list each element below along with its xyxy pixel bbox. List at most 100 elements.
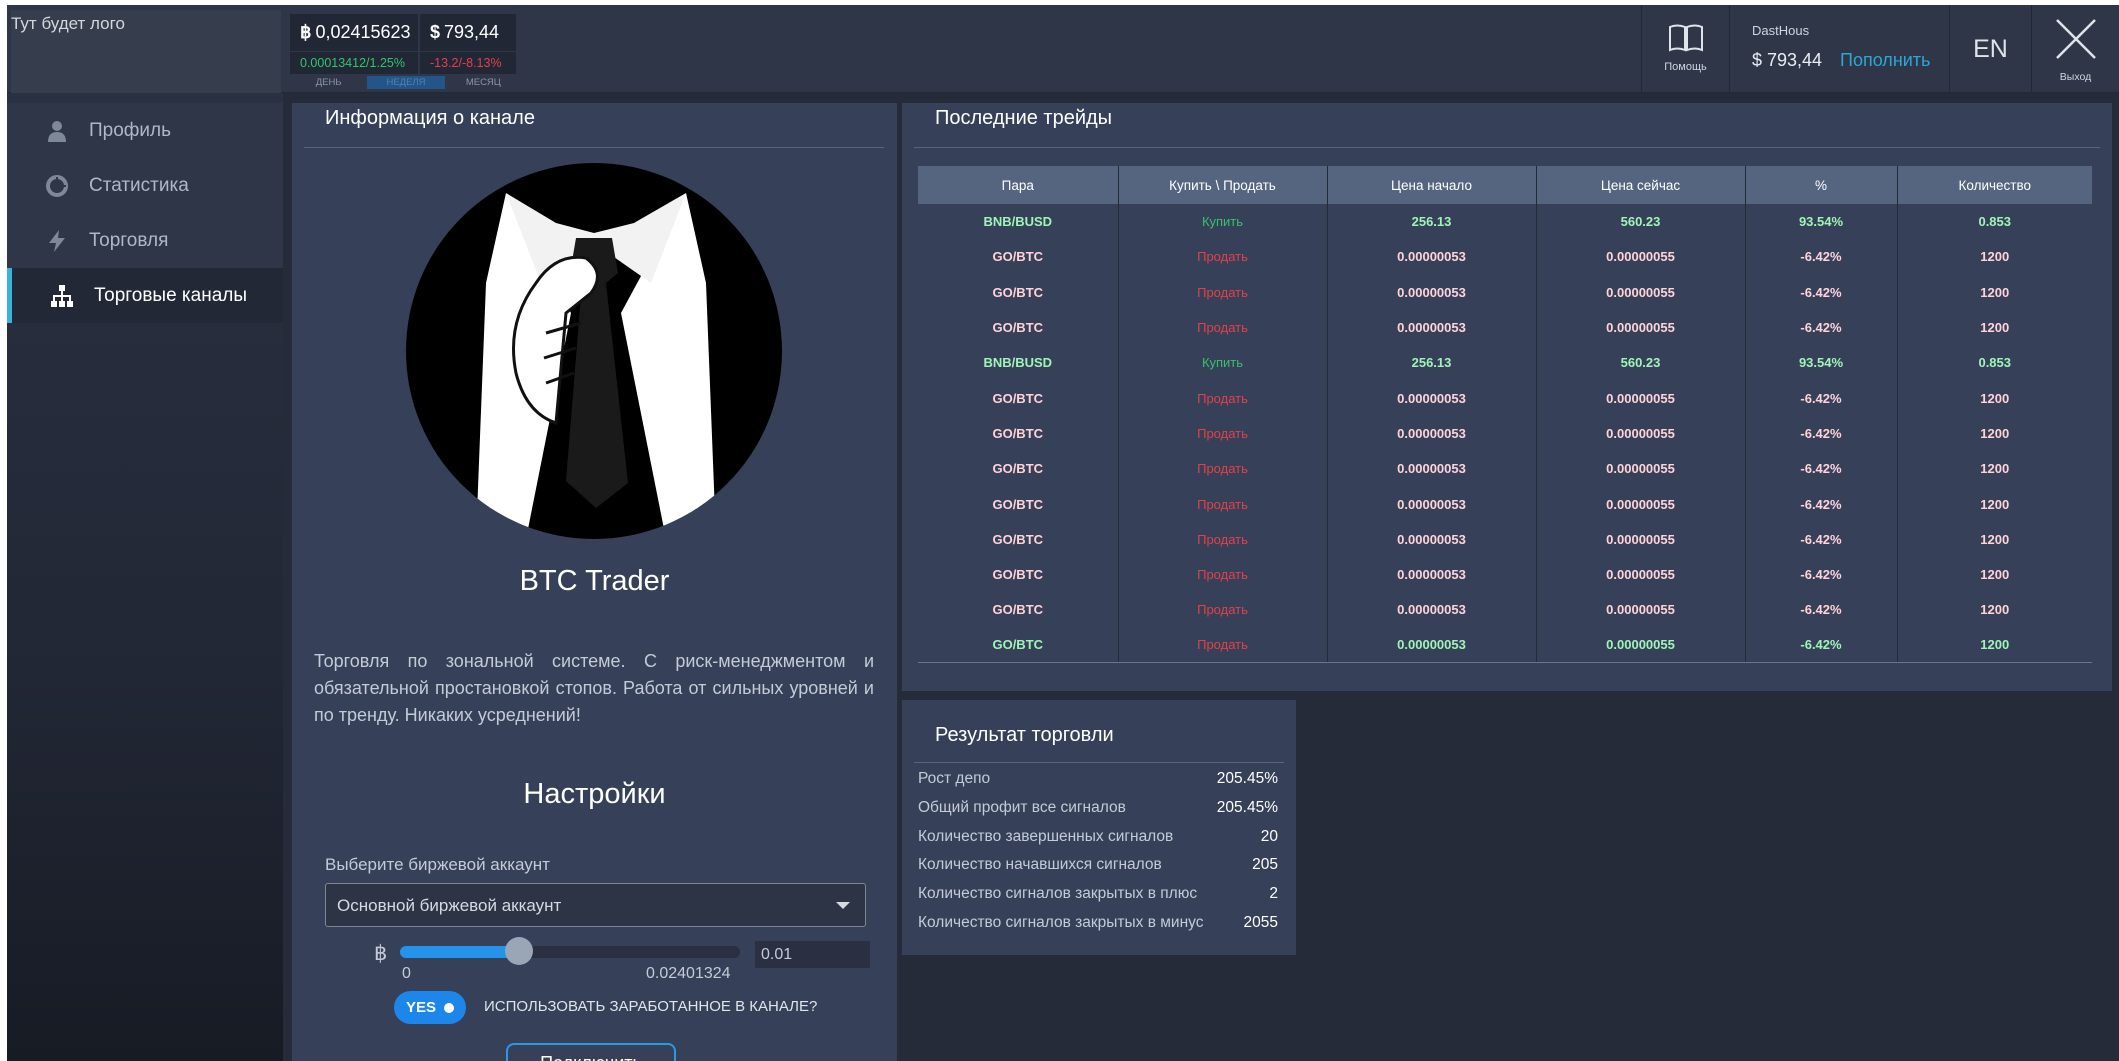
cell-open-price: 256.13 bbox=[1326, 204, 1536, 240]
cell-quantity: 0.853 bbox=[1896, 204, 2092, 240]
btc-change: 0.00013412/1.25% bbox=[290, 52, 418, 74]
hierarchy-icon bbox=[50, 284, 74, 308]
cell-open-price: 0.00000053 bbox=[1326, 486, 1536, 522]
close-icon bbox=[2056, 19, 2096, 59]
cell-quantity: 1200 bbox=[1896, 309, 2092, 346]
result-value: 20 bbox=[1260, 827, 1278, 845]
column-header-current-price: Цена сейчас bbox=[1535, 166, 1745, 204]
result-label: Общий профит все сигналов bbox=[918, 798, 1126, 816]
sidebar-item-profile[interactable]: Профиль bbox=[7, 103, 283, 158]
cell-pair: BNB/BUSD bbox=[918, 345, 1118, 381]
result-label: Количество начавшихся сигналов bbox=[918, 856, 1162, 874]
cell-quantity: 1200 bbox=[1896, 521, 2092, 557]
tab-day[interactable]: ДЕНЬ bbox=[290, 76, 367, 89]
slider-handle[interactable] bbox=[505, 937, 533, 965]
slider-max-label: 0.02401324 bbox=[646, 965, 731, 982]
amount-slider[interactable] bbox=[400, 937, 740, 965]
topup-link[interactable]: Пополнить bbox=[1840, 50, 1930, 71]
cell-current-price: 560.23 bbox=[1535, 345, 1745, 381]
table-row: GO/BTC Продать 0.00000053 0.00000055 -6.42% 1… bbox=[918, 274, 2092, 310]
app-window: Тут будет лого ฿ 0,02415623 $793,44 0.000… bbox=[7, 5, 2119, 1061]
divider bbox=[304, 147, 884, 148]
cell-side: Купить bbox=[1117, 345, 1327, 381]
cell-percent: -6.42% bbox=[1744, 486, 1897, 522]
bitcoin-icon: ฿ bbox=[374, 942, 388, 965]
help-button[interactable]: Помощь bbox=[1641, 5, 1729, 93]
cell-current-price: 0.00000055 bbox=[1535, 415, 1745, 452]
sidebar-item-label: Профиль bbox=[89, 119, 172, 141]
connect-button[interactable]: Подключить bbox=[506, 1043, 676, 1061]
cell-open-price: 0.00000053 bbox=[1326, 627, 1536, 664]
result-label: Рост депо bbox=[918, 770, 991, 787]
result-value: 205.45% bbox=[1216, 770, 1278, 787]
account-balance: $ 793,44 bbox=[1752, 50, 1823, 70]
cell-side: Продать bbox=[1117, 592, 1327, 628]
cell-current-price: 0.00000055 bbox=[1535, 521, 1745, 557]
result-row: Рост депо 205.45% bbox=[918, 770, 1278, 798]
table-row: GO/BTC Продать 0.00000053 0.00000055 -6.42% 1… bbox=[918, 521, 2092, 557]
cell-quantity: 1200 bbox=[1896, 380, 2092, 416]
cell-pair: BNB/BUSD bbox=[918, 204, 1118, 240]
cell-pair: GO/BTC bbox=[918, 415, 1118, 452]
usd-change: -13.2/-8.13% bbox=[420, 52, 516, 74]
table-row: GO/BTC Продать 0.00000053 0.00000055 -6.42% 1… bbox=[918, 592, 2092, 628]
table-row: GO/BTC Продать 0.00000053 0.00000055 -6.42% 1… bbox=[918, 380, 2092, 416]
amount-input[interactable] bbox=[755, 941, 870, 968]
trades-table-body: BNB/BUSD Купить 256.13 560.23 93.54% 0.853 GO/… bbox=[918, 204, 2092, 664]
sidebar-item-statistics[interactable]: Статистика bbox=[7, 158, 283, 213]
tab-week[interactable]: НЕДЕЛЯ bbox=[367, 76, 445, 89]
cell-current-price: 0.00000055 bbox=[1535, 627, 1745, 664]
suit-and-tie-image bbox=[476, 193, 716, 539]
language-switch[interactable]: EN bbox=[1949, 5, 2031, 93]
book-icon bbox=[1669, 24, 1703, 52]
table-row: GO/BTC Продать 0.00000053 0.00000055 -6.42% 1… bbox=[918, 451, 2092, 487]
pie-chart-icon bbox=[45, 174, 69, 198]
cell-side: Продать bbox=[1117, 556, 1327, 593]
table-row: GO/BTC Продать 0.00000053 0.00000055 -6.42% 1… bbox=[918, 309, 2092, 346]
sidebar-item-trading-channels[interactable]: Торговые каналы bbox=[7, 268, 283, 323]
cell-percent: -6.42% bbox=[1744, 521, 1897, 557]
usd-price-value: 793,44 bbox=[444, 22, 500, 42]
cell-pair: GO/BTC bbox=[918, 521, 1118, 557]
sidebar-item-label: Торговля bbox=[89, 229, 169, 251]
cell-side: Продать bbox=[1117, 380, 1327, 416]
table-row: BNB/BUSD Купить 256.13 560.23 93.54% 0.853 bbox=[918, 345, 2092, 381]
cell-pair: GO/BTC bbox=[918, 486, 1118, 522]
cell-side: Продать bbox=[1117, 627, 1327, 664]
cell-open-price: 256.13 bbox=[1326, 345, 1536, 381]
bolt-icon bbox=[45, 229, 69, 253]
column-header-pair: Пара bbox=[918, 166, 1118, 204]
result-value: 205 bbox=[1252, 856, 1278, 874]
channel-info-panel: Информация о канале BTC Trader Торговля … bbox=[292, 103, 897, 1061]
btc-price-value: 0,02415623 bbox=[315, 22, 411, 42]
cell-quantity: 1200 bbox=[1896, 592, 2092, 628]
cell-percent: -6.42% bbox=[1744, 309, 1897, 346]
cell-side: Продать bbox=[1117, 486, 1327, 522]
logo-placeholder: Тут будет лого bbox=[11, 10, 281, 98]
cell-percent: 93.54% bbox=[1744, 204, 1897, 240]
cell-percent: -6.42% bbox=[1744, 592, 1897, 628]
result-label: Количество сигналов закрытых в плюс bbox=[918, 885, 1198, 903]
toggle-label: YES bbox=[406, 999, 437, 1016]
table-row: BNB/BUSD Купить 256.13 560.23 93.54% 0.853 bbox=[918, 204, 2092, 240]
account-select[interactable]: Основной биржевой аккаунт bbox=[325, 883, 866, 927]
cell-current-price: 0.00000055 bbox=[1535, 380, 1745, 416]
cell-pair: GO/BTC bbox=[918, 627, 1118, 664]
tab-month[interactable]: МЕСЯЦ bbox=[445, 76, 522, 89]
use-earned-toggle[interactable]: YES bbox=[394, 991, 466, 1024]
cell-current-price: 560.23 bbox=[1535, 204, 1745, 240]
exit-button[interactable]: Выход bbox=[2031, 5, 2119, 93]
cell-current-price: 0.00000055 bbox=[1535, 592, 1745, 628]
sidebar-item-trading[interactable]: Торговля bbox=[7, 213, 283, 268]
cell-side: Купить bbox=[1117, 204, 1327, 240]
cell-open-price: 0.00000053 bbox=[1326, 239, 1536, 275]
divider bbox=[914, 147, 2100, 148]
table-header-row: Пара Купить \ Продать Цена начало Цена с… bbox=[918, 166, 2092, 204]
cell-percent: -6.42% bbox=[1744, 239, 1897, 275]
dollar-icon: $ bbox=[430, 22, 441, 42]
cell-open-price: 0.00000053 bbox=[1326, 380, 1536, 416]
table-row: GO/BTC Продать 0.00000053 0.00000055 -6.42% 1… bbox=[918, 415, 2092, 452]
slider-min-label: 0 bbox=[402, 965, 411, 982]
cell-open-price: 0.00000053 bbox=[1326, 415, 1536, 452]
settings-title: Настройки bbox=[523, 778, 666, 810]
